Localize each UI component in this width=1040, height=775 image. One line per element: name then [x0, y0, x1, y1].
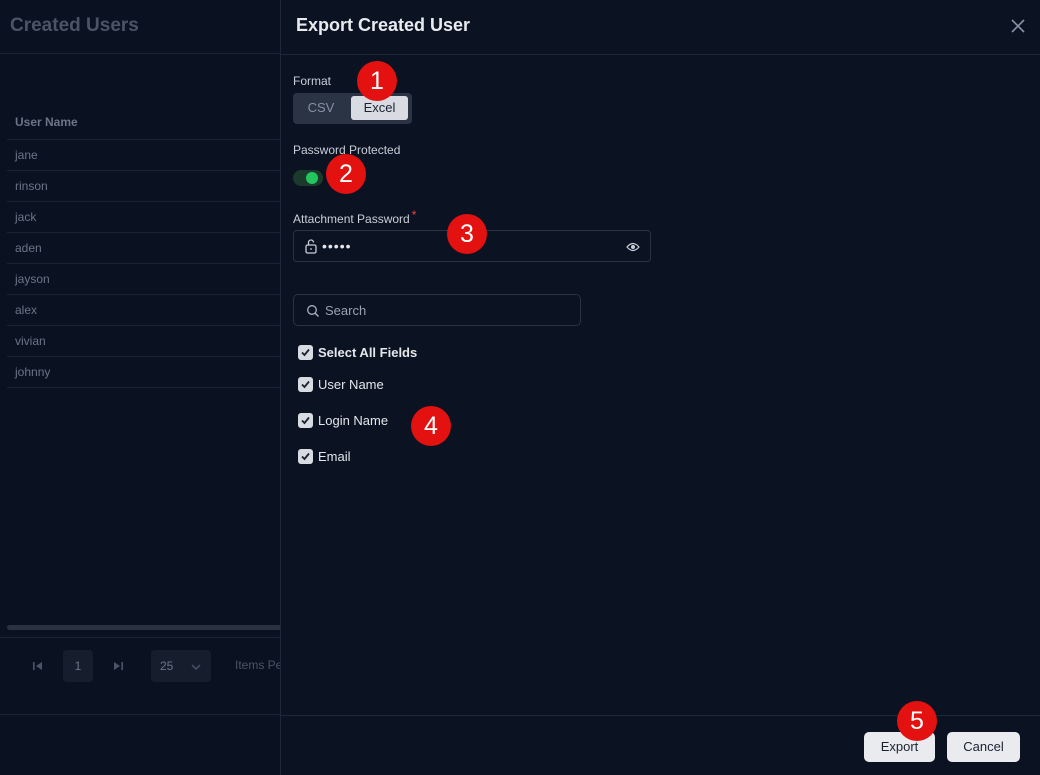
page-title: Created Users: [10, 15, 139, 36]
field-checkbox-email[interactable]: Email: [298, 447, 351, 465]
checkbox-checked-icon: [298, 344, 313, 360]
table-row[interactable]: alex: [7, 295, 287, 326]
checkbox-checked-icon: [298, 376, 313, 392]
table-row[interactable]: jane: [7, 140, 287, 171]
field-label: User Name: [318, 376, 384, 392]
close-icon[interactable]: [1007, 15, 1029, 37]
table-row[interactable]: rinson: [7, 171, 287, 202]
field-checkbox-user-name[interactable]: User Name: [298, 375, 384, 393]
password-value: •••••: [322, 238, 352, 254]
first-page-icon[interactable]: [31, 659, 45, 676]
users-table: User Name jane rinson jack aden jayson a…: [7, 106, 287, 388]
attachment-password-label-text: Attachment Password: [293, 212, 410, 226]
eye-icon[interactable]: [626, 240, 640, 258]
field-label: Email: [318, 448, 351, 464]
format-option-csv[interactable]: CSV: [296, 96, 346, 120]
table-row[interactable]: aden: [7, 233, 287, 264]
panel-title: Export Created User: [296, 15, 471, 35]
horizontal-scrollbar[interactable]: [7, 625, 287, 630]
annotation-marker-3: 3: [447, 214, 487, 254]
page-size-select[interactable]: 25: [151, 650, 211, 682]
password-protected-toggle[interactable]: [293, 170, 323, 186]
table-row[interactable]: vivian: [7, 326, 287, 357]
search-placeholder: Search: [325, 303, 367, 318]
export-panel: Export Created User Format CSV Excel Pas…: [280, 0, 1040, 775]
table-row[interactable]: jack: [7, 202, 287, 233]
format-segmented-control: CSV Excel: [293, 93, 412, 124]
panel-header: Export Created User: [281, 0, 1040, 55]
required-marker: *: [411, 208, 417, 222]
search-input[interactable]: Search: [293, 294, 581, 326]
toggle-knob: [306, 172, 318, 184]
annotation-marker-4: 4: [411, 406, 451, 446]
last-page-icon[interactable]: [111, 659, 125, 676]
page-number-button[interactable]: 1: [63, 650, 93, 682]
select-all-fields-label: Select All Fields: [318, 344, 418, 360]
table-row[interactable]: johnny: [7, 357, 287, 388]
items-per-page-label: Items Pe: [235, 658, 283, 672]
table-row[interactable]: jayson: [7, 264, 287, 295]
page-size-value: 25: [160, 659, 174, 673]
annotation-marker-1: 1: [357, 61, 397, 101]
cancel-button[interactable]: Cancel: [947, 732, 1020, 762]
unlock-icon: [304, 238, 318, 259]
format-label: Format: [293, 74, 332, 88]
attachment-password-label: Attachment Password *: [293, 208, 416, 226]
search-icon: [306, 304, 320, 323]
field-label: Login Name: [318, 412, 389, 428]
divider: [0, 637, 280, 638]
divider: [0, 714, 280, 715]
checkbox-checked-icon: [298, 412, 313, 428]
field-checkbox-login-name[interactable]: Login Name: [298, 411, 388, 429]
column-header-user-name[interactable]: User Name: [7, 106, 287, 140]
annotation-marker-2: 2: [326, 154, 366, 194]
chevron-down-icon: [190, 650, 202, 682]
select-all-fields-checkbox[interactable]: Select All Fields: [298, 343, 417, 361]
annotation-marker-5: 5: [897, 701, 937, 741]
checkbox-checked-icon: [298, 448, 313, 464]
